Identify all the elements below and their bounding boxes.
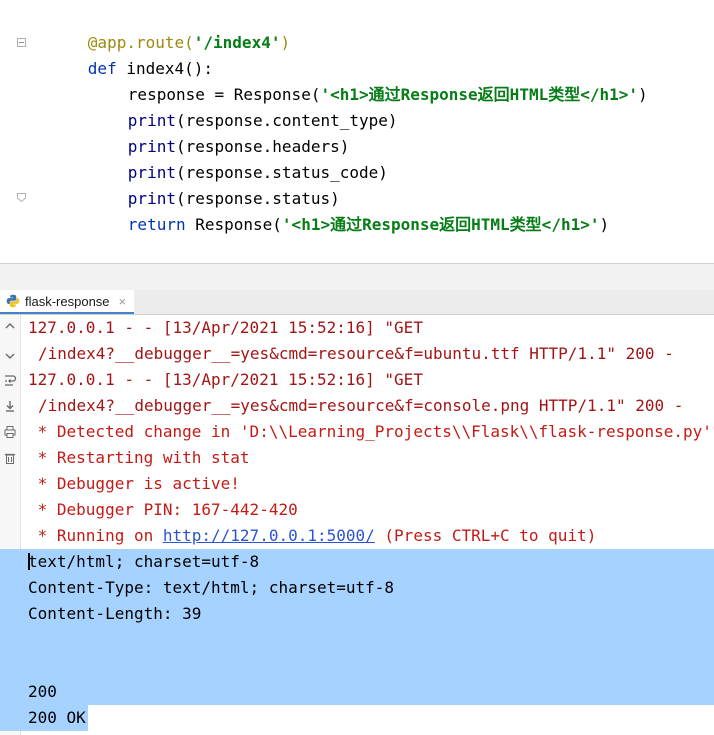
console-line-selected: Content-Length: 39: [0, 601, 714, 627]
scroll-to-end-icon[interactable]: [3, 399, 17, 413]
run-tab-flask-response[interactable]: flask-response ×: [0, 290, 135, 314]
console-line-selected: [0, 627, 714, 653]
console-line-selected: Content-Type: text/html; charset=utf-8: [0, 575, 714, 601]
run-tab-label: flask-response: [25, 293, 110, 309]
console-line: * Running on http://127.0.0.1:5000/ (Pre…: [28, 523, 714, 549]
keyword: def: [87, 59, 117, 78]
editor-gutter: [0, 0, 26, 264]
fold-end-icon[interactable]: [17, 193, 26, 202]
paren-close: ): [599, 215, 610, 234]
builtin-print: print: [127, 163, 176, 182]
console-line-selected: 200: [0, 679, 714, 705]
call-args: (response.status): [175, 189, 340, 208]
string-literal: '<h1>通过Response返回HTML类型</h1>': [281, 215, 600, 234]
console-line: 127.0.0.1 - - [13/Apr/2021 15:52:16] "GE…: [28, 370, 423, 389]
builtin-print: print: [127, 189, 176, 208]
decorator: @app.route(: [87, 33, 194, 52]
console-output[interactable]: 127.0.0.1 - - [13/Apr/2021 15:52:16] "GE…: [0, 315, 714, 731]
console-line-selected: [0, 653, 714, 679]
console-line: * Restarting with stat: [28, 448, 250, 467]
code-editor[interactable]: @app.route('/index4') def index4(): resp…: [0, 0, 714, 264]
clear-all-icon[interactable]: [3, 451, 17, 465]
call-args: (response.status_code): [175, 163, 388, 182]
scroll-up-icon[interactable]: [3, 319, 17, 333]
call-args: (response.headers): [175, 137, 350, 156]
builtin-print: print: [127, 111, 176, 130]
console-line: * Debugger PIN: 167-442-420: [28, 500, 298, 519]
keyword: return: [127, 215, 186, 234]
builtin-print: print: [127, 137, 176, 156]
print-icon[interactable]: [3, 425, 17, 439]
python-icon: [6, 294, 20, 308]
run-console[interactable]: 127.0.0.1 - - [13/Apr/2021 15:52:16] "GE…: [0, 315, 714, 735]
string-literal: '<h1>通过Response返回HTML类型</h1>': [320, 85, 639, 104]
code-area[interactable]: @app.route('/index4') def index4(): resp…: [30, 4, 714, 234]
string-literal: '/index4': [193, 33, 281, 52]
fold-open-icon[interactable]: [17, 38, 26, 47]
console-line: /index4?__debugger__=yes&cmd=resource&f=…: [38, 344, 674, 363]
assignment: response = Response(: [127, 85, 321, 104]
running-suffix: (Press CTRL+C to quit): [374, 526, 597, 545]
console-line: /index4?__debugger__=yes&cmd=resource&f=…: [38, 396, 684, 415]
console-line-selected: text/html; charset=utf-8: [0, 549, 714, 575]
console-line: 127.0.0.1 - - [13/Apr/2021 15:52:16] "GE…: [28, 318, 423, 337]
decorator-close: ): [280, 33, 291, 52]
server-url-link[interactable]: http://127.0.0.1:5000/: [163, 526, 375, 545]
scroll-down-icon[interactable]: [3, 349, 17, 363]
code-line: @app.route('/index4'): [30, 4, 714, 52]
run-tab-bar: flask-response ×: [0, 290, 714, 315]
output-content-type: text/html; charset=utf-8: [28, 552, 260, 571]
panel-splitter[interactable]: [0, 264, 714, 290]
close-tab-icon[interactable]: ×: [119, 294, 127, 309]
soft-wrap-icon[interactable]: [3, 373, 17, 387]
running-prefix: * Running on: [28, 526, 163, 545]
function-signature: index4():: [116, 59, 214, 78]
call-args: (response.content_type): [175, 111, 398, 130]
console-line: * Debugger is active!: [28, 474, 240, 493]
paren-close: ): [638, 85, 648, 104]
call-expr: Response(: [185, 215, 282, 234]
console-line-selected: 200 OK: [0, 705, 88, 731]
console-line: * Detected change in 'D:\\Learning_Proje…: [28, 422, 712, 441]
